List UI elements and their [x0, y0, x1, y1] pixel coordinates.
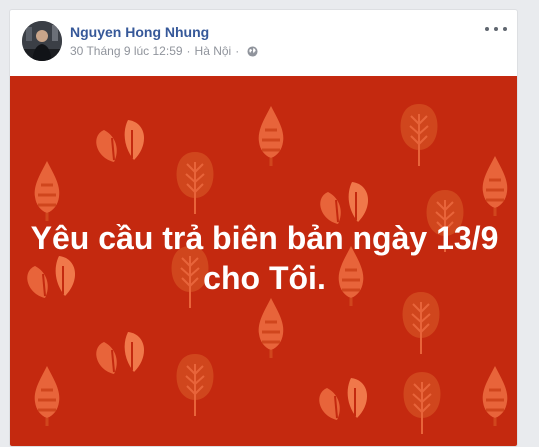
post-text-line-2: cho Tôi. [203, 260, 326, 296]
meta-separator-2: · [235, 44, 240, 58]
meta-separator: · [186, 44, 191, 58]
post-card: Nguyen Hong Nhung 30 Tháng 9 lúc 12:59 ·… [9, 9, 518, 447]
post-location[interactable]: Hà Nội [195, 44, 232, 58]
author-name[interactable]: Nguyen Hong Nhung [70, 24, 209, 40]
post-text-line-1: Yêu cầu trả biên bản ngày 13/9 [30, 220, 499, 256]
post-date[interactable]: 30 Tháng 9 lúc 12:59 [70, 44, 183, 58]
post-header: Nguyen Hong Nhung 30 Tháng 9 lúc 12:59 ·… [10, 10, 517, 76]
post-meta: 30 Tháng 9 lúc 12:59 · Hà Nội · [70, 44, 258, 58]
avatar-image [22, 21, 62, 61]
post-text-banner: Yêu cầu trả biên bản ngày 13/9 cho Tôi. [10, 76, 517, 446]
more-options-icon[interactable] [485, 22, 507, 36]
globe-icon[interactable] [247, 45, 258, 57]
avatar[interactable] [22, 21, 62, 61]
post-text: Yêu cầu trả biên bản ngày 13/9 cho Tôi. [10, 218, 517, 298]
